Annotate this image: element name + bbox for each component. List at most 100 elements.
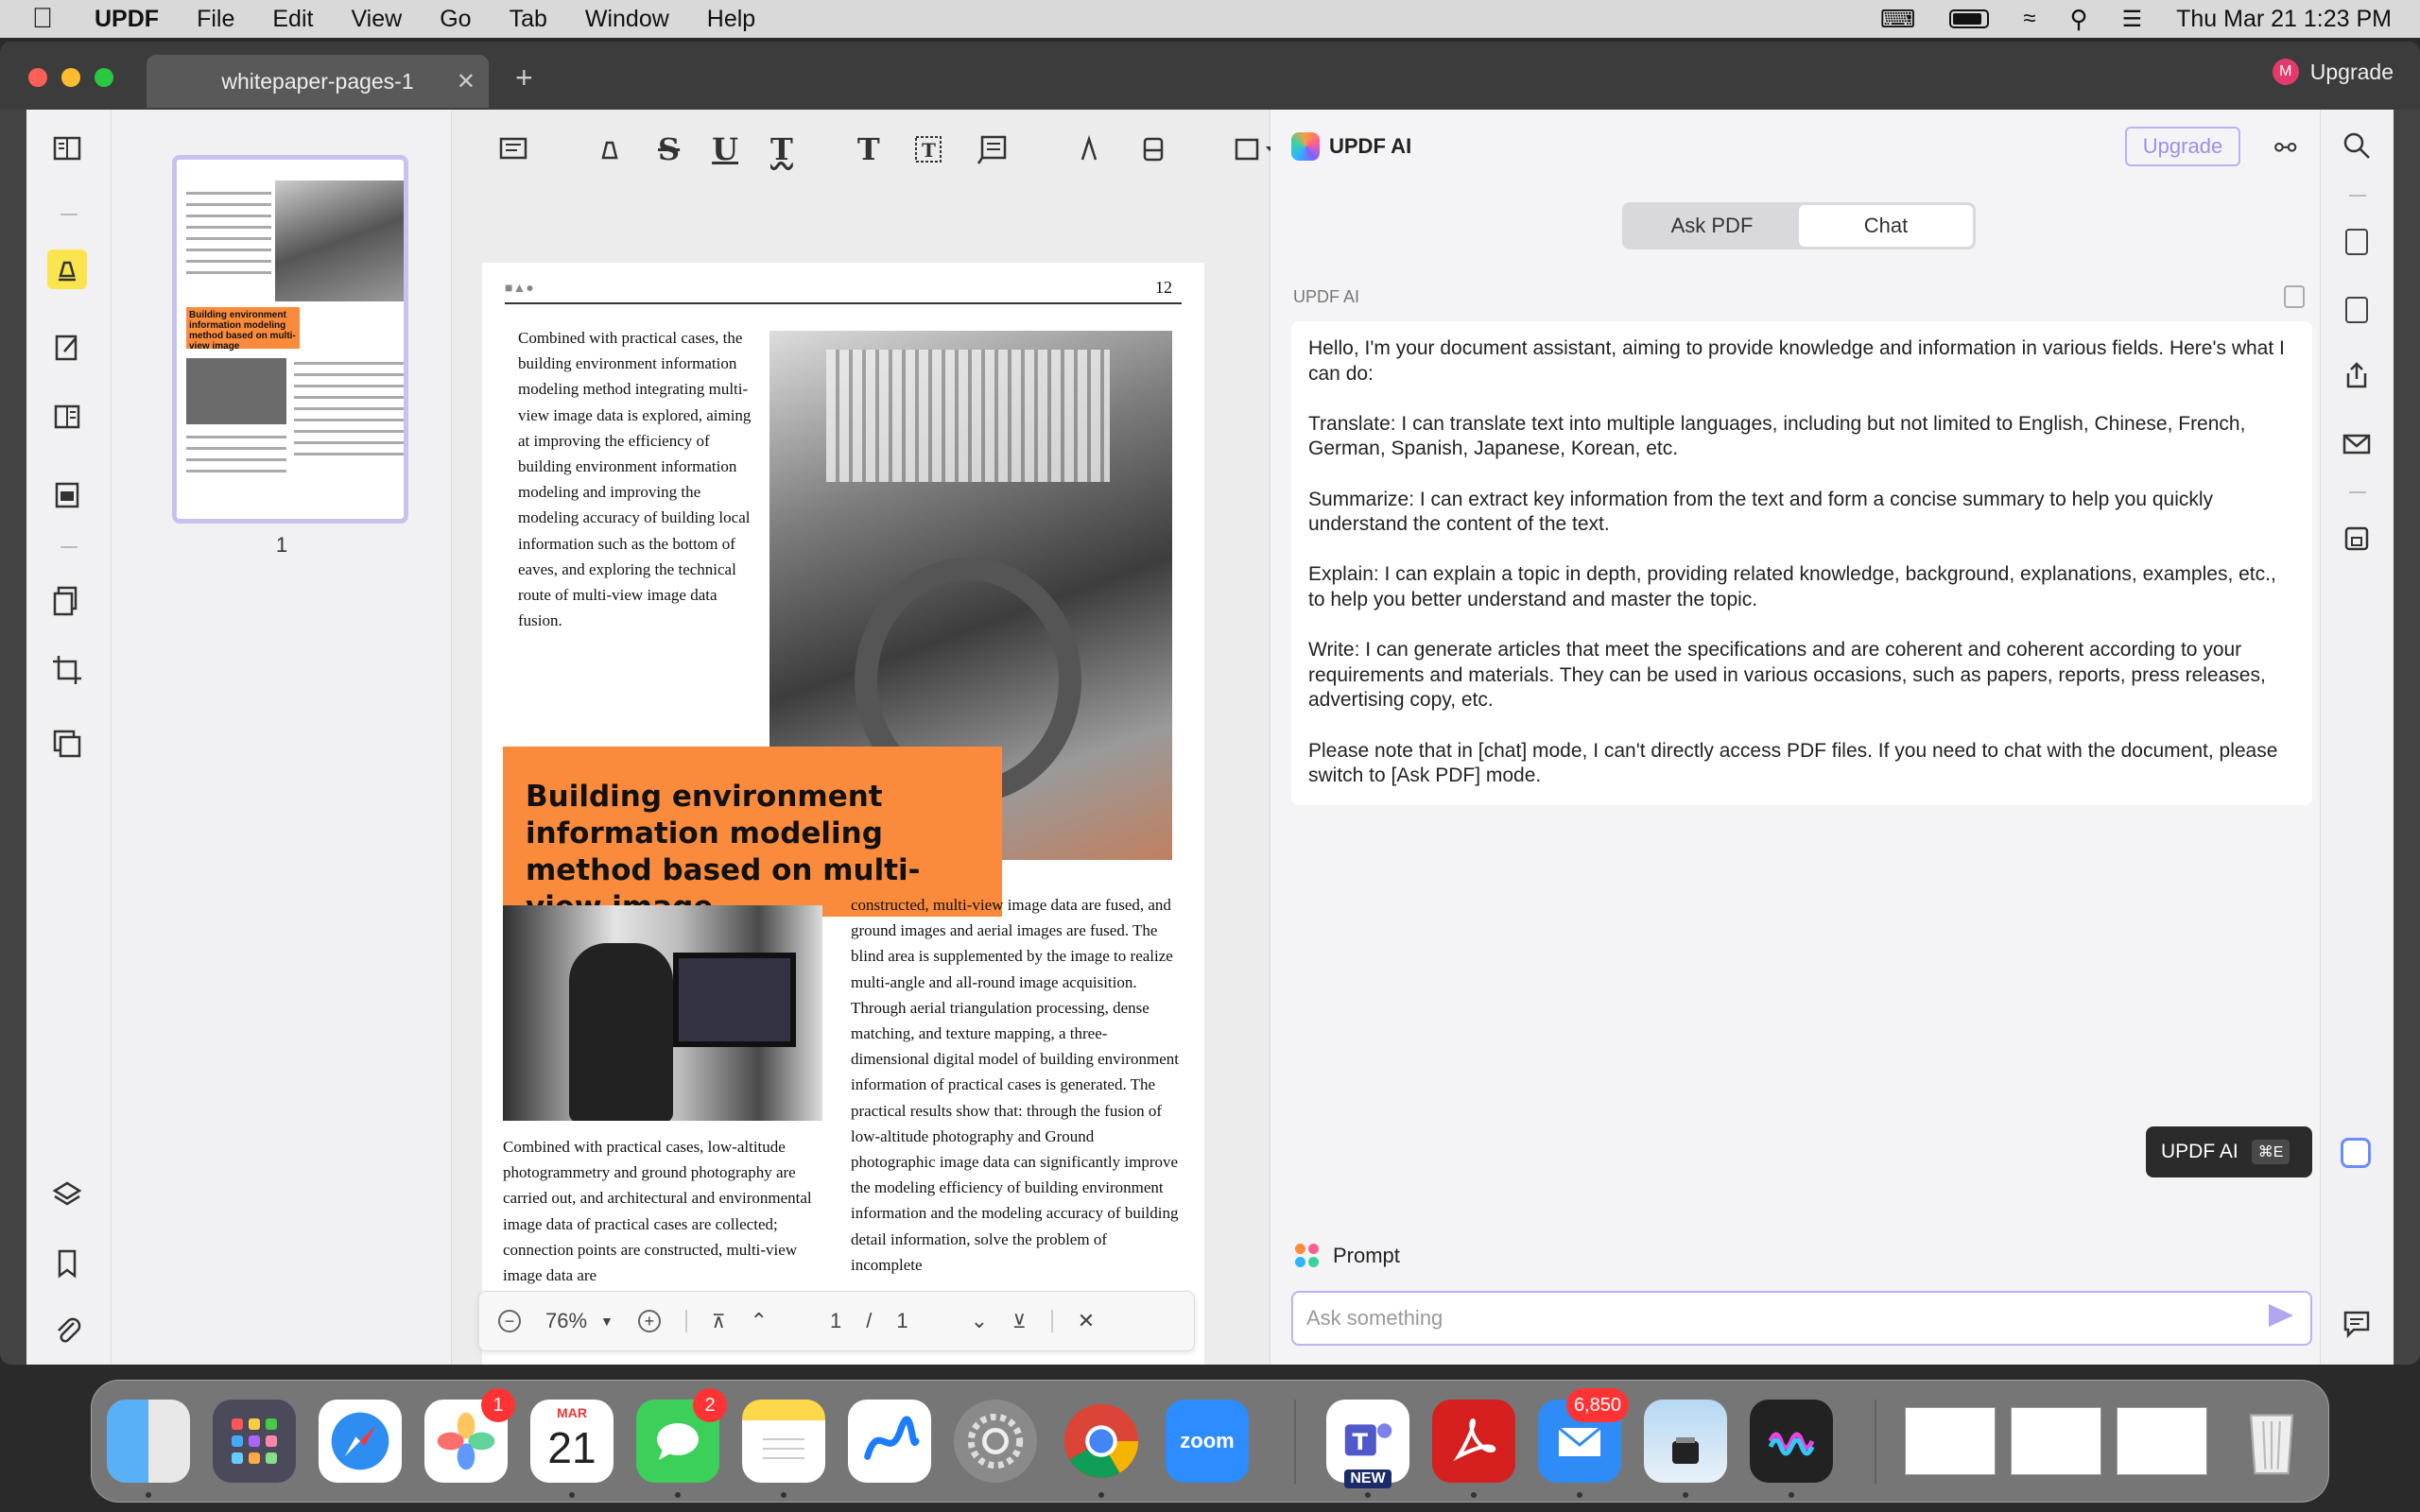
text-comment-icon[interactable]: T <box>857 131 880 167</box>
thumbnail-panel: Building environment information modelin… <box>112 110 452 1365</box>
trash-icon[interactable] <box>2230 1400 2313 1483</box>
comment-list-icon[interactable] <box>2340 1306 2374 1340</box>
fill-sign-icon[interactable] <box>47 474 87 514</box>
nav-divider <box>1050 1310 1053 1332</box>
launchpad-icon[interactable] <box>213 1400 296 1483</box>
bookmark-icon[interactable] <box>47 1244 87 1283</box>
minimized-window-thumbnail[interactable] <box>2011 1407 2101 1475</box>
keyboard-icon[interactable]: ⌨ <box>1880 5 1916 34</box>
menu-edit[interactable]: Edit <box>272 6 313 33</box>
reader-mode-icon[interactable] <box>47 129 87 168</box>
new-tab-icon[interactable]: + <box>515 60 533 95</box>
control-center-icon[interactable]: ☰ <box>2122 6 2143 33</box>
text-box-icon[interactable]: T <box>912 133 944 165</box>
save-icon[interactable] <box>2340 522 2374 556</box>
avatar[interactable]: M <box>2272 59 2299 85</box>
zoom-app-icon[interactable]: zoom <box>1166 1400 1249 1483</box>
pdf-page: ■▲● 12 Combined with practical cases, th… <box>482 263 1204 1365</box>
clock[interactable]: Thu Mar 21 1:23 PM <box>2176 6 2392 33</box>
menu-view[interactable]: View <box>351 6 402 33</box>
minimized-window-thumbnail[interactable] <box>1905 1407 1996 1475</box>
protect-icon[interactable] <box>2340 293 2374 327</box>
mail-icon[interactable]: 6,850 <box>1538 1388 1629 1483</box>
copy-icon[interactable] <box>2284 285 2305 308</box>
upgrade-top-button[interactable]: M Upgrade <box>2272 59 2394 85</box>
first-page-icon[interactable]: ⊼ <box>712 1310 726 1333</box>
tab-chat[interactable]: Chat <box>1799 205 1973 247</box>
finder-icon[interactable] <box>107 1400 190 1483</box>
last-page-icon[interactable]: ⊻ <box>1012 1310 1027 1333</box>
running-indicator <box>1683 1492 1688 1498</box>
eraser-icon[interactable] <box>1137 133 1169 165</box>
notes-icon[interactable] <box>742 1400 825 1483</box>
teams-icon[interactable]: T NEW <box>1326 1400 1409 1488</box>
zoom-in-button[interactable]: + <box>637 1310 661 1332</box>
acrobat-icon[interactable] <box>1432 1400 1515 1483</box>
next-page-icon[interactable]: ⌄ <box>971 1309 988 1333</box>
document-tab[interactable]: whitepaper-pages-1 ✕ <box>147 55 489 108</box>
wifi-icon[interactable]: ≈ <box>2023 6 2035 32</box>
message-paragraph: Please note that in [chat] mode, I can't… <box>1308 739 2278 787</box>
ai-upgrade-button[interactable]: Upgrade <box>2125 127 2240 166</box>
sticky-note-icon[interactable] <box>497 133 529 165</box>
convert-pdf-icon[interactable] <box>47 580 87 620</box>
comment-highlighter-icon[interactable] <box>47 249 87 289</box>
previous-page-icon[interactable]: ⌃ <box>751 1309 768 1333</box>
underline-icon[interactable]: U <box>712 131 738 167</box>
squiggly-underline-icon[interactable]: T <box>770 131 793 167</box>
send-icon[interactable] <box>2269 1304 2293 1327</box>
spotlight-search-icon[interactable]: ⚲ <box>2070 5 2088 34</box>
pencil-icon[interactable] <box>1073 133 1105 165</box>
running-indicator <box>781 1492 786 1498</box>
chrome-icon[interactable] <box>1060 1400 1143 1483</box>
menu-app[interactable]: UPDF <box>95 6 159 33</box>
edit-pdf-icon[interactable] <box>47 327 87 367</box>
text-callout-icon[interactable] <box>977 133 1009 165</box>
waveform-app-icon[interactable] <box>1750 1400 1833 1483</box>
system-settings-icon[interactable] <box>954 1400 1037 1483</box>
attachment-icon[interactable] <box>47 1310 87 1349</box>
crop-pages-icon[interactable] <box>47 650 87 690</box>
email-icon[interactable] <box>2340 427 2374 461</box>
document-area: S U T T T ■▲● 12 Combined with practical… <box>452 110 1273 1365</box>
minimized-window-thumbnail[interactable] <box>2117 1407 2207 1475</box>
prompt-button[interactable]: Prompt <box>1295 1244 1400 1268</box>
clear-chat-icon[interactable]: ⚯ <box>2274 132 2296 163</box>
organize-pages-icon[interactable] <box>47 397 87 437</box>
page-tools-icon[interactable] <box>47 724 87 764</box>
running-indicator <box>1098 1492 1104 1498</box>
search-icon[interactable] <box>2340 129 2374 163</box>
menu-go[interactable]: Go <box>440 6 471 33</box>
freeform-icon[interactable] <box>848 1400 931 1483</box>
messages-icon[interactable]: 2 <box>636 1388 727 1483</box>
messages-badge: 2 <box>693 1388 727 1422</box>
ask-input[interactable] <box>1291 1291 2312 1346</box>
share-icon[interactable] <box>2340 359 2374 393</box>
close-nav-icon[interactable]: ✕ <box>1078 1309 1095 1333</box>
strikethrough-icon[interactable]: S <box>658 131 680 167</box>
menu-help[interactable]: Help <box>707 6 755 33</box>
close-window-button[interactable] <box>28 68 47 87</box>
preview-icon[interactable] <box>1644 1400 1727 1483</box>
zoom-out-button[interactable]: − <box>498 1310 521 1332</box>
layers-icon[interactable] <box>47 1176 87 1215</box>
page-thumbnail[interactable]: Building environment information modelin… <box>172 155 408 524</box>
menu-tab[interactable]: Tab <box>510 6 547 33</box>
calendar-icon[interactable]: MAR 21 <box>530 1400 614 1483</box>
menu-file[interactable]: File <box>197 6 234 33</box>
apple-menu-icon[interactable]:  <box>28 3 57 35</box>
zoom-window-button[interactable] <box>95 68 113 87</box>
highlight-icon[interactable] <box>594 133 626 165</box>
menu-window[interactable]: Window <box>585 6 669 33</box>
zoom-level-select[interactable]: 76% ▼ <box>545 1309 614 1333</box>
safari-icon[interactable] <box>319 1400 402 1483</box>
updf-ai-icon[interactable] <box>2341 1138 2371 1168</box>
minimize-window-button[interactable] <box>61 68 80 87</box>
photos-icon[interactable]: 1 <box>424 1388 515 1483</box>
battery-icon[interactable] <box>1949 9 1990 28</box>
tab-ask-pdf[interactable]: Ask PDF <box>1625 205 1799 247</box>
close-tab-icon[interactable]: ✕ <box>457 68 475 95</box>
ocr-icon[interactable] <box>2340 225 2374 259</box>
page-navigation-bar: − 76% ▼ + ⊼ ⌃ 1 / 1 ⌄ ⊻ ✕ <box>478 1291 1195 1351</box>
current-page-field[interactable]: 1 <box>830 1309 841 1333</box>
